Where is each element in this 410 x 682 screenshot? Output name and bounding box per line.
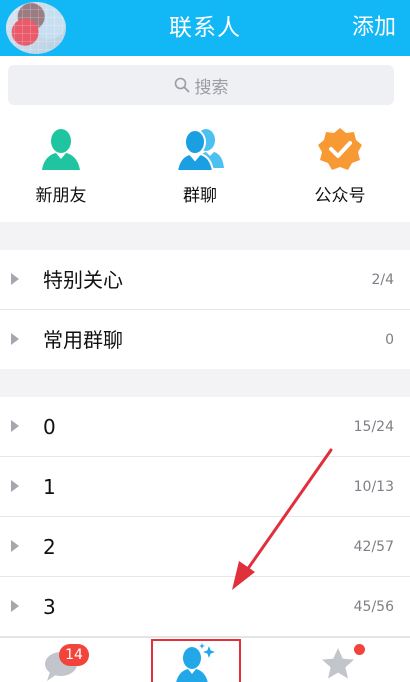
- new-friends-label: 新朋友: [35, 186, 87, 206]
- search-placeholder: 搜索: [194, 77, 229, 98]
- group-row[interactable]: 特别关心 2/4: [0, 250, 410, 310]
- group-name: 特别关心: [43, 268, 123, 292]
- section-divider: [0, 222, 410, 250]
- group-name: 常用群聊: [43, 328, 123, 352]
- group-count: 0: [385, 332, 394, 348]
- notification-dot: [354, 644, 365, 655]
- expand-arrow-icon: [11, 480, 19, 492]
- expand-arrow-icon: [11, 333, 19, 345]
- group-row[interactable]: 1 10/13: [0, 457, 410, 517]
- group-row[interactable]: 2 42/57: [0, 517, 410, 577]
- contacts-icon: [176, 643, 215, 682]
- group-row[interactable]: 3 45/56: [0, 577, 410, 637]
- group-count: 2/4: [371, 272, 394, 288]
- top-bar: 联系人 添加: [0, 0, 410, 56]
- group-row[interactable]: 常用群聊 0: [0, 310, 410, 370]
- search-icon: [174, 77, 189, 93]
- section-divider: [0, 369, 410, 397]
- tab-favorites[interactable]: [318, 638, 368, 682]
- verified-badge-icon: [318, 128, 362, 170]
- group-name: 2: [43, 535, 56, 559]
- group-row[interactable]: 0 15/24: [0, 397, 410, 457]
- group-count: 45/56: [353, 599, 394, 615]
- group-chat-entry[interactable]: 群聊: [145, 126, 255, 218]
- expand-arrow-icon: [11, 540, 19, 552]
- add-button[interactable]: 添加: [352, 0, 396, 56]
- group-icon: [175, 129, 224, 172]
- expand-arrow-icon: [11, 420, 19, 432]
- search-bar[interactable]: 搜索: [8, 65, 394, 105]
- page-title: 联系人: [169, 15, 241, 41]
- person-icon: [42, 129, 80, 170]
- star-icon: [322, 648, 354, 679]
- new-friends-entry[interactable]: 新朋友: [6, 126, 116, 218]
- group-name: 3: [43, 595, 56, 619]
- group-count: 10/13: [353, 479, 394, 495]
- group-name: 0: [43, 415, 56, 439]
- group-count: 42/57: [353, 539, 394, 555]
- tab-contacts[interactable]: [151, 639, 241, 682]
- group-chat-label: 群聊: [183, 186, 217, 206]
- group-name: 1: [43, 475, 56, 499]
- expand-arrow-icon: [11, 600, 19, 612]
- quick-entries: 新朋友 群聊 公众号: [0, 126, 410, 218]
- expand-arrow-icon: [11, 273, 19, 285]
- unread-badge: 14: [59, 644, 89, 666]
- tab-messages[interactable]: 14: [40, 638, 100, 682]
- bottom-tab-bar: 14: [0, 637, 410, 682]
- official-accounts-label: 公众号: [314, 186, 366, 206]
- group-count: 15/24: [353, 419, 394, 435]
- official-accounts-entry[interactable]: 公众号: [285, 126, 395, 218]
